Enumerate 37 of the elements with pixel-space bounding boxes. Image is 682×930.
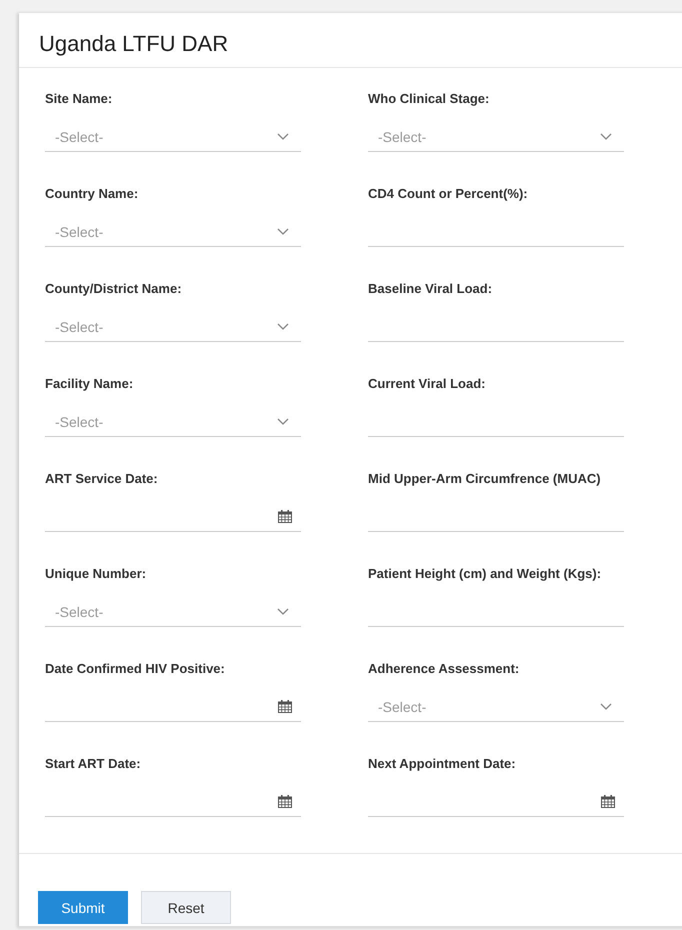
field-label: Facility Name: <box>45 375 134 393</box>
select-field[interactable]: -Select- <box>368 122 624 152</box>
field-label: Mid Upper-Arm Circumfrence (MUAC) <box>368 470 602 488</box>
field-label: Baseline Viral Load: <box>368 280 494 298</box>
chevron-down-icon <box>277 133 289 140</box>
field-label: Date Confirmed HIV Positive: <box>45 660 226 678</box>
calendar-icon[interactable] <box>278 700 292 713</box>
chevron-down-icon <box>600 703 612 710</box>
field-label: Current Viral Load: <box>368 375 487 393</box>
field-label: Country Name: <box>45 185 140 203</box>
chevron-down-icon <box>600 133 612 140</box>
field-label: Unique Number: <box>45 565 148 583</box>
field-label: Who Clinical Stage: <box>368 90 490 108</box>
field-label: CD4 Count or Percent(%): <box>368 185 529 203</box>
form-title: Uganda LTFU DAR <box>39 31 228 56</box>
field-label: Site Name: <box>45 90 114 108</box>
select-field[interactable]: -Select- <box>45 597 301 627</box>
chevron-down-icon <box>277 228 289 235</box>
field-label: ART Service Date: <box>45 470 159 488</box>
select-field[interactable]: -Select- <box>45 122 301 152</box>
field-label: Patient Height (cm) and Weight (Kgs): <box>368 565 602 583</box>
select-field[interactable]: -Select- <box>45 217 301 247</box>
field-label: County/District Name: <box>45 280 183 298</box>
calendar-icon[interactable] <box>278 510 292 523</box>
field-label: Adherence Assessment: <box>368 660 520 678</box>
field-label: Start ART Date: <box>45 755 142 773</box>
form-button[interactable]: Submit <box>38 891 128 924</box>
form-button[interactable]: Reset <box>141 891 231 924</box>
chevron-down-icon <box>277 323 289 330</box>
calendar-icon[interactable] <box>278 795 292 808</box>
field-label: Next Appointment Date: <box>368 755 517 773</box>
calendar-icon[interactable] <box>601 795 615 808</box>
select-field[interactable]: -Select- <box>368 692 624 722</box>
select-field[interactable]: -Select- <box>45 312 301 342</box>
chevron-down-icon <box>277 608 289 615</box>
chevron-down-icon <box>277 418 289 425</box>
select-field[interactable]: -Select- <box>45 407 301 437</box>
